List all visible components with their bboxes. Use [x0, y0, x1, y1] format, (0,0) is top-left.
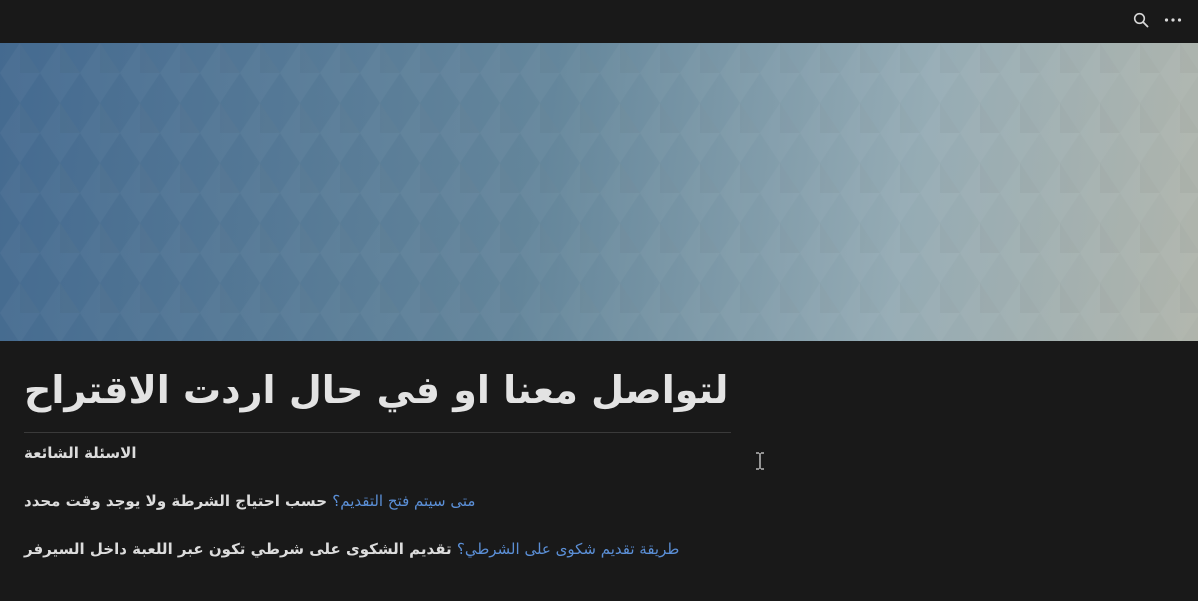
divider — [24, 432, 731, 433]
top-bar — [0, 0, 1198, 42]
faq-answer: حسب احتياج الشرطة ولا يوجد وقت محدد — [24, 492, 328, 510]
page-content: لتواصل معنا او في حال اردت الاقتراح الاس… — [0, 341, 1198, 601]
search-icon — [1133, 12, 1149, 28]
more-options-icon — [1164, 18, 1182, 22]
cover-image — [0, 43, 1198, 341]
cover-pattern — [0, 43, 1198, 341]
faq-heading[interactable]: الاسئلة الشائعة — [24, 444, 137, 462]
text-cursor-icon — [756, 452, 764, 470]
topbar-actions — [1132, 9, 1182, 31]
faq-item[interactable]: متى سيتم فتح التقديم؟ حسب احتياج الشرطة … — [24, 492, 475, 510]
page-title[interactable]: لتواصل معنا او في حال اردت الاقتراح — [24, 362, 730, 418]
faq-item[interactable]: طريقة تقديم شكوى على الشرطي؟ تقديم الشكو… — [24, 540, 679, 558]
faq-question-link[interactable]: طريقة تقديم شكوى على الشرطي؟ — [457, 540, 679, 558]
faq-answer: تقديم الشكوى على شرطي تكون عبر اللعبة دا… — [24, 540, 452, 558]
search-button[interactable] — [1132, 9, 1150, 31]
more-options-button[interactable] — [1164, 9, 1182, 31]
faq-question-link[interactable]: متى سيتم فتح التقديم؟ — [332, 492, 475, 510]
